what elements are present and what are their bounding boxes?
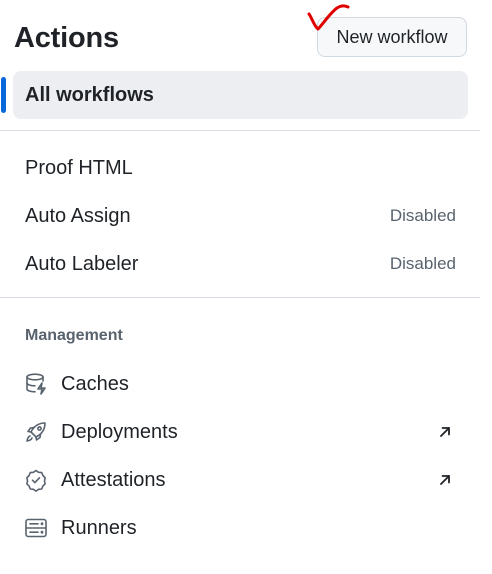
workflow-label: Auto Assign (25, 205, 131, 227)
nav-item-caches[interactable]: Caches (13, 362, 468, 406)
actions-sidebar: Actions New workflow All workflows Proof… (0, 0, 492, 574)
new-workflow-button[interactable]: New workflow (317, 17, 467, 57)
nav-item-label: All workflows (25, 84, 154, 106)
nav-item-deployments[interactable]: Deployments (13, 410, 468, 454)
arrow-up-right-icon (435, 470, 455, 490)
nav-item-label: Attestations (61, 469, 166, 491)
workflow-label: Proof HTML (25, 157, 133, 179)
nav-item-all-workflows[interactable]: All workflows (13, 71, 468, 119)
workflow-label: Auto Labeler (25, 253, 139, 275)
page-title: Actions (14, 22, 119, 54)
disabled-status: Disabled (389, 206, 456, 225)
workflow-item-proof-html[interactable]: Proof HTML (13, 146, 468, 190)
nav-item-label: Deployments (61, 421, 178, 443)
divider (0, 130, 480, 131)
verified-shield-icon (24, 468, 48, 492)
nav-item-label: Caches (61, 373, 129, 395)
database-icon (24, 372, 48, 396)
server-icon (24, 516, 48, 540)
nav-item-label: Runners (61, 517, 137, 539)
nav-item-runners[interactable]: Runners (13, 506, 468, 550)
nav-item-attestations[interactable]: Attestations (13, 458, 468, 502)
workflow-item-auto-assign[interactable]: Auto Assign Disabled (13, 194, 468, 238)
management-heading: Management (25, 327, 123, 344)
workflow-item-auto-labeler[interactable]: Auto Labeler Disabled (13, 242, 468, 286)
arrow-up-right-icon (435, 422, 455, 442)
rocket-icon (24, 420, 48, 444)
disabled-status: Disabled (389, 254, 456, 273)
divider (0, 297, 480, 298)
active-indicator (1, 77, 6, 113)
